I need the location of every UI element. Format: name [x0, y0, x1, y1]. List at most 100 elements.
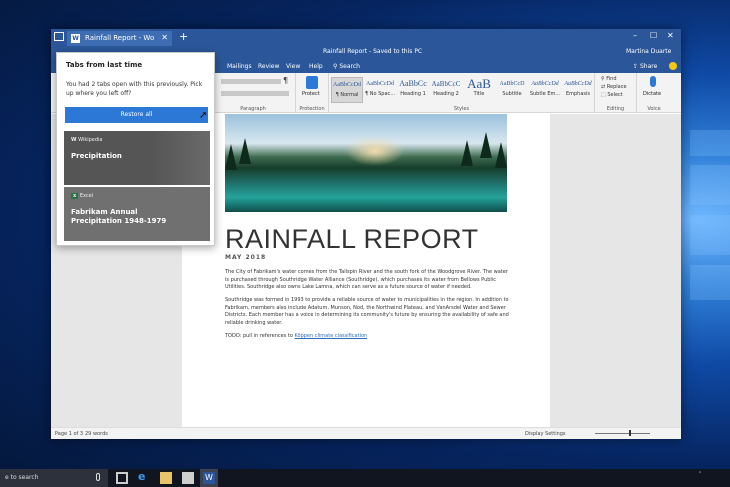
tab-view[interactable]: View [286, 63, 300, 70]
style-title[interactable]: AaB Title [463, 77, 495, 103]
taskbar: e to search e W ⌃ [0, 469, 730, 487]
restore-all-button[interactable]: Restore all [65, 107, 208, 123]
style-no-spacing[interactable]: AaBbCcDd ¶ No Spac... [364, 77, 396, 103]
group-label-styles: Styles [453, 106, 470, 112]
style-name: Subtle Em... [529, 91, 561, 97]
photo-tree [225, 144, 237, 170]
word-count[interactable]: 29 words [85, 431, 108, 437]
select-label: Select [607, 92, 623, 98]
microphone-icon[interactable] [650, 76, 656, 87]
tab-help[interactable]: Help [309, 63, 323, 70]
koppen-link[interactable]: Köppen climate classification [295, 333, 368, 339]
tell-me-search[interactable]: ⚲ Search [333, 63, 360, 70]
set-aside-tabs-icon[interactable] [54, 32, 64, 41]
select-button[interactable]: ⬚ Select [601, 92, 623, 98]
style-name: Title [473, 91, 485, 97]
feedback-smiley-icon[interactable] [669, 62, 677, 70]
zoom-slider-thumb[interactable] [629, 430, 631, 436]
task-view-icon[interactable] [116, 472, 128, 484]
lake-mountain-photo [225, 114, 507, 212]
find-button[interactable]: ⚲ Find [601, 76, 617, 82]
tab-mailings[interactable]: Mailings [227, 63, 252, 70]
editing-group: ⚲ Find ⇄ Replace ⬚ Select Editing [595, 73, 637, 113]
wikipedia-source: W Wikipedia [71, 137, 103, 143]
tab-review[interactable]: Review [258, 63, 279, 70]
style-sample: AaBbCcDd [333, 82, 361, 88]
protect-icon[interactable] [306, 76, 318, 89]
alignment-buttons[interactable] [221, 91, 289, 96]
window-tab-bar: W Rainfall Report - Wo ✕ + – ☐ ✕ [51, 29, 681, 46]
zoom-slider[interactable] [595, 433, 650, 434]
style-sample: AaBbCcC [431, 80, 461, 88]
style-sample: AaBbCcD [499, 81, 525, 87]
excel-source: x Excel [71, 193, 93, 199]
restore-card-excel[interactable]: x Excel Fabrikam Annual Precipitation 19… [64, 187, 210, 241]
styles-group: AaBbCcDd ¶ Normal AaBbCcDd ¶ No Spac... Aa… [329, 73, 595, 113]
user-name[interactable]: Martina Duarte [626, 48, 671, 55]
file-explorer-icon[interactable] [160, 472, 172, 484]
dictate-label: Dictate [643, 91, 662, 97]
protection-group: Protect Protection [296, 73, 329, 113]
document-title: Rainfall Report - Saved to this PC [323, 48, 423, 55]
display-settings[interactable]: Display Settings [525, 431, 566, 437]
paragraph-group: ¶ Paragraph [211, 73, 296, 113]
tab-rainfall-report[interactable]: W Rainfall Report - Wo ✕ [67, 31, 172, 46]
mouse-cursor-icon: ➚ [199, 110, 208, 121]
group-label-editing: Editing [606, 106, 625, 112]
maximize-button[interactable]: ☐ [650, 31, 657, 40]
style-heading-1[interactable]: AaBbCc Heading 1 [397, 77, 429, 103]
minimize-button[interactable]: – [633, 31, 637, 40]
find-label: Find [606, 76, 617, 82]
style-name: ¶ Normal [335, 92, 359, 98]
style-sample: AaB [467, 77, 491, 91]
flyout-title: Tabs from last time [66, 61, 143, 69]
photo-tree [239, 138, 251, 164]
style-sample: AaBbCcDd [366, 81, 394, 87]
photo-tree [461, 140, 473, 166]
system-tray-icon[interactable]: ⌃ [698, 471, 702, 477]
share-label: Share [639, 63, 658, 70]
group-label-voice: Voice [647, 106, 661, 112]
card-source-label: Excel [79, 193, 94, 199]
document-page[interactable]: RAINFALL REPORT MAY 2018 The City of Fab… [182, 114, 550, 427]
pilcrow-icon[interactable]: ¶ [283, 76, 288, 85]
document-heading: RAINFALL REPORT [225, 224, 479, 254]
taskbar-search[interactable]: e to search [0, 469, 108, 487]
new-tab-button[interactable]: + [179, 30, 188, 43]
style-name: Heading 1 [400, 91, 426, 97]
excel-icon: x [71, 193, 79, 199]
list-buttons[interactable] [221, 79, 281, 84]
restore-card-wikipedia[interactable]: W Wikipedia Precipitation [64, 131, 210, 185]
card-title: Fabrikam Annual Precipitation 1948-1979 [71, 208, 167, 225]
photo-glow [345, 136, 405, 166]
style-heading-2[interactable]: AaBbCcC Heading 2 [430, 77, 462, 103]
tab-label: Rainfall Report - Wo [85, 34, 155, 42]
paragraph-2: Southridge was formed in 1993 to provide… [225, 297, 509, 326]
taskbar-search-text: e to search [5, 474, 39, 481]
style-emphasis[interactable]: AaBbCcDd Emphasis [562, 77, 594, 103]
style-normal[interactable]: AaBbCcDd ¶ Normal [331, 77, 363, 103]
style-subtle-emphasis[interactable]: AaBbCcDd Subtle Em... [529, 77, 561, 103]
protect-label: Protect [302, 91, 320, 97]
style-sample: AaBbCcDd [531, 81, 559, 87]
windows-logo-pane [690, 130, 730, 156]
close-window-button[interactable]: ✕ [667, 31, 674, 40]
style-name: ¶ No Spac... [364, 91, 396, 97]
group-label-protection: Protection [299, 106, 325, 112]
paragraph-1: The City of Fabrikam's water comes from … [225, 269, 508, 290]
close-tab-icon[interactable]: ✕ [161, 33, 168, 42]
share-button[interactable]: ⇪ Share [633, 63, 657, 70]
edge-browser-icon[interactable]: e [138, 470, 150, 483]
replace-label: Replace [606, 84, 627, 90]
style-subtitle[interactable]: AaBbCcD Subtitle [496, 77, 528, 103]
photo-tree [495, 142, 507, 168]
word-app-icon: W [71, 34, 80, 43]
microphone-icon[interactable] [96, 473, 100, 481]
store-icon[interactable] [182, 472, 194, 484]
page-count[interactable]: Page 1 of 3 [55, 431, 83, 437]
replace-button[interactable]: ⇄ Replace [601, 84, 627, 90]
document-date: MAY 2018 [225, 254, 267, 261]
share-icon: ⇪ [633, 63, 639, 70]
card-title: Precipitation [71, 152, 122, 160]
word-taskbar-icon[interactable]: W [200, 469, 218, 487]
